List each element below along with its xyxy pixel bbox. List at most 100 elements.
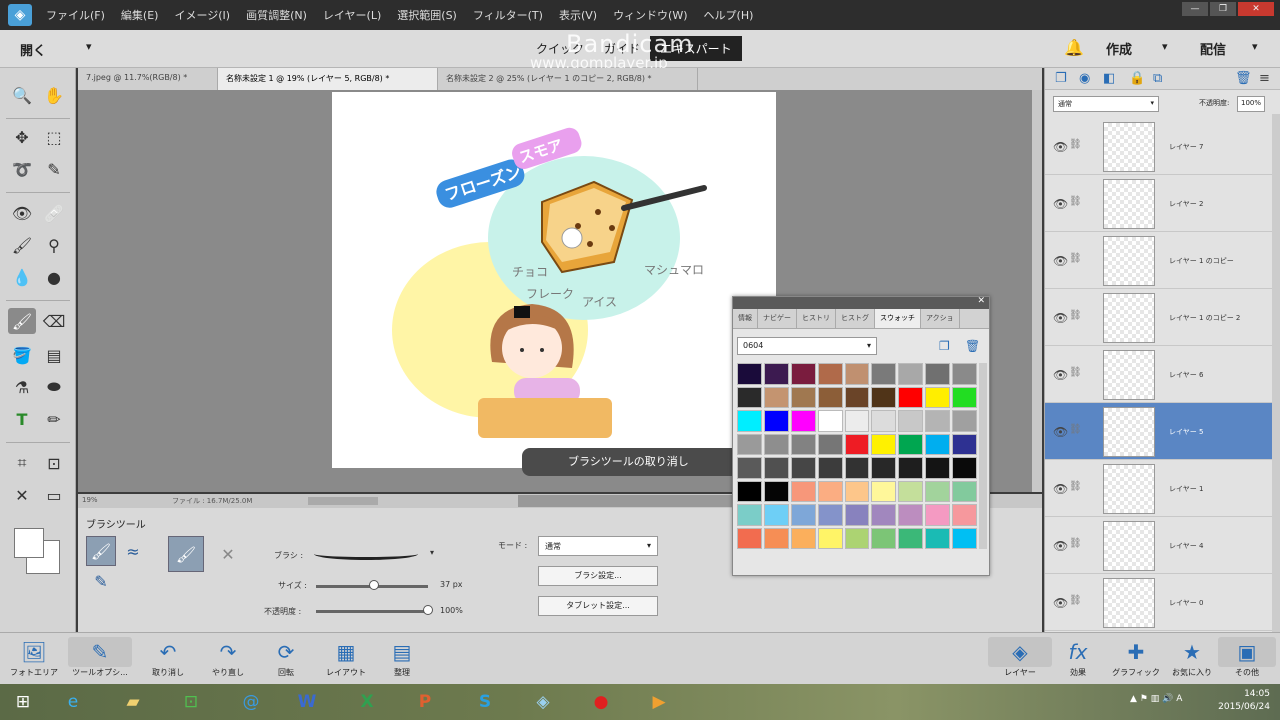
straighten-icon[interactable]: ▭ xyxy=(40,482,68,508)
swatch-color[interactable] xyxy=(925,457,951,479)
swatch-color[interactable] xyxy=(871,433,897,455)
swatch-color[interactable] xyxy=(952,410,977,432)
store-icon[interactable]: ⊡ xyxy=(176,688,206,716)
link-icon[interactable]: ⛓ xyxy=(1069,424,1082,435)
powerpoint-icon[interactable]: P xyxy=(410,688,440,716)
red-eye-icon[interactable]: 👁 xyxy=(8,200,36,226)
swatch-color[interactable] xyxy=(844,433,870,455)
effects-button[interactable]: fx 効果 xyxy=(1046,637,1110,678)
brush-icon[interactable]: 🖌 xyxy=(8,308,36,334)
swatch-color[interactable] xyxy=(844,527,870,549)
eye-icon[interactable]: 👁 xyxy=(1053,482,1068,496)
tray-arrow-icon[interactable]: ▲ xyxy=(1130,694,1137,704)
color-replace-icon[interactable]: ✎ xyxy=(86,566,116,596)
layer-row[interactable]: 👁 ⛓ レイヤー 5 xyxy=(1045,403,1273,460)
crop-icon[interactable]: ⌗ xyxy=(8,450,36,476)
panel-menu-icon[interactable]: ≡ xyxy=(1259,71,1270,86)
clock[interactable]: 14:05 2015/06/24 xyxy=(1218,688,1270,714)
size-slider-knob[interactable] xyxy=(369,580,380,590)
close-icon[interactable]: ✕ xyxy=(977,296,985,306)
swatch-color[interactable] xyxy=(737,480,762,502)
bell-icon[interactable]: 🔔 xyxy=(1064,38,1084,58)
swatch-color[interactable] xyxy=(898,457,924,479)
swatch-color[interactable] xyxy=(817,386,843,408)
network-icon[interactable]: ▥ xyxy=(1151,694,1160,704)
menu-image[interactable]: イメージ(I) xyxy=(174,7,230,23)
tab-info[interactable]: 情報 xyxy=(733,309,758,328)
swatch-color[interactable] xyxy=(952,527,977,549)
swatch-color[interactable] xyxy=(952,363,977,385)
bandicam-icon[interactable]: ● xyxy=(586,688,616,716)
menu-enhance[interactable]: 画質調整(N) xyxy=(246,7,307,23)
menu-window[interactable]: ウィンドウ(W) xyxy=(613,7,687,23)
zoom-icon[interactable]: 🔍 xyxy=(8,82,36,108)
swatch-color[interactable] xyxy=(737,386,762,408)
eye-icon[interactable]: 👁 xyxy=(1053,197,1068,211)
swatch-color[interactable] xyxy=(737,433,762,455)
link-icon[interactable]: ⛓ xyxy=(1069,196,1082,207)
smart-brush-icon[interactable]: 🖌 xyxy=(8,232,36,258)
ime-indicator[interactable]: A xyxy=(1176,694,1182,704)
chevron-down-icon[interactable]: ▾ xyxy=(430,548,434,557)
swatch-color[interactable] xyxy=(871,386,897,408)
chevron-down-icon[interactable]: ▾ xyxy=(1162,40,1168,53)
healing-brush-icon[interactable]: 🩹 xyxy=(40,200,68,226)
create-button[interactable]: 作成 xyxy=(1106,39,1132,58)
pencil-icon[interactable]: ✏ xyxy=(40,406,68,432)
sponge-icon[interactable]: ● xyxy=(40,264,68,290)
canvas-vertical-scrollbar[interactable] xyxy=(1032,90,1042,492)
new-layer-icon[interactable]: ❐ xyxy=(1055,71,1067,86)
media-player-icon[interactable]: ▶ xyxy=(644,688,674,716)
redo-button[interactable]: ↷ やり直し xyxy=(196,637,260,678)
swatch-color[interactable] xyxy=(871,363,897,385)
eye-icon[interactable]: 👁 xyxy=(1053,311,1068,325)
swatch-color[interactable] xyxy=(871,480,897,502)
swatch-scrollbar[interactable] xyxy=(979,363,987,549)
swatch-color[interactable] xyxy=(737,527,762,549)
more-button[interactable]: ▣ その他 xyxy=(1218,637,1276,678)
swatch-color[interactable] xyxy=(952,504,977,526)
swatch-color[interactable] xyxy=(817,457,843,479)
swatch-color[interactable] xyxy=(790,527,816,549)
swatch-color[interactable] xyxy=(871,527,897,549)
brush-tool-icon[interactable]: 🖌 xyxy=(86,536,116,566)
swatch-color[interactable] xyxy=(898,480,924,502)
chevron-down-icon[interactable]: ▾ xyxy=(1252,40,1258,53)
type-icon[interactable]: T xyxy=(8,406,36,432)
swatch-color[interactable] xyxy=(925,410,951,432)
swatch-color[interactable] xyxy=(737,504,762,526)
swatch-color[interactable] xyxy=(790,480,816,502)
opacity-slider-knob[interactable] xyxy=(423,605,433,615)
new-swatch-icon[interactable]: ❐ xyxy=(939,339,950,353)
swatch-color[interactable] xyxy=(817,480,843,502)
swatch-color[interactable] xyxy=(952,457,977,479)
link-icon[interactable]: ⛓ xyxy=(1069,538,1082,549)
swatch-color[interactable] xyxy=(898,363,924,385)
link-icon[interactable]: ⛓ xyxy=(1069,139,1082,150)
swatch-color[interactable] xyxy=(790,457,816,479)
menu-select[interactable]: 選択範囲(S) xyxy=(397,7,457,23)
marquee-icon[interactable]: ⬚ xyxy=(40,124,68,150)
swatch-color[interactable] xyxy=(844,457,870,479)
tab-histogram[interactable]: ヒストグ xyxy=(836,309,875,328)
eye-icon[interactable]: 👁 xyxy=(1053,368,1068,382)
internet-explorer-icon[interactable]: e xyxy=(58,688,88,716)
status-arrow[interactable] xyxy=(308,497,378,505)
flag-icon[interactable]: ⚑ xyxy=(1140,694,1148,704)
eyedropper-icon[interactable]: ⚗ xyxy=(8,374,36,400)
canvas-horizontal-scrollbar[interactable] xyxy=(518,495,738,507)
minimize-icon[interactable]: — xyxy=(1182,2,1208,16)
swatch-color[interactable] xyxy=(952,386,977,408)
tab-document-3[interactable]: 名称未設定 2 @ 25% (レイヤー 1 のコピー 2, RGB/8) * xyxy=(438,68,698,90)
lasso-icon[interactable]: ➰ xyxy=(8,156,36,182)
undo-button[interactable]: ↶ 取り消し xyxy=(136,637,200,678)
panel-header[interactable]: ✕ xyxy=(733,296,989,309)
tab-actions[interactable]: アクショ xyxy=(921,309,960,328)
swatch-color[interactable] xyxy=(925,480,951,502)
impressionist-brush-icon[interactable]: ≈ xyxy=(118,536,148,566)
swatch-color[interactable] xyxy=(844,363,870,385)
layer-row[interactable]: 👁 ⛓ レイヤー 4 xyxy=(1045,517,1273,574)
swatch-color[interactable] xyxy=(737,363,762,385)
layer-row[interactable]: 👁 ⛓ レイヤー 1 のコピー 2 xyxy=(1045,289,1273,346)
brush-mode-normal-icon[interactable]: 🖌 xyxy=(168,536,204,572)
